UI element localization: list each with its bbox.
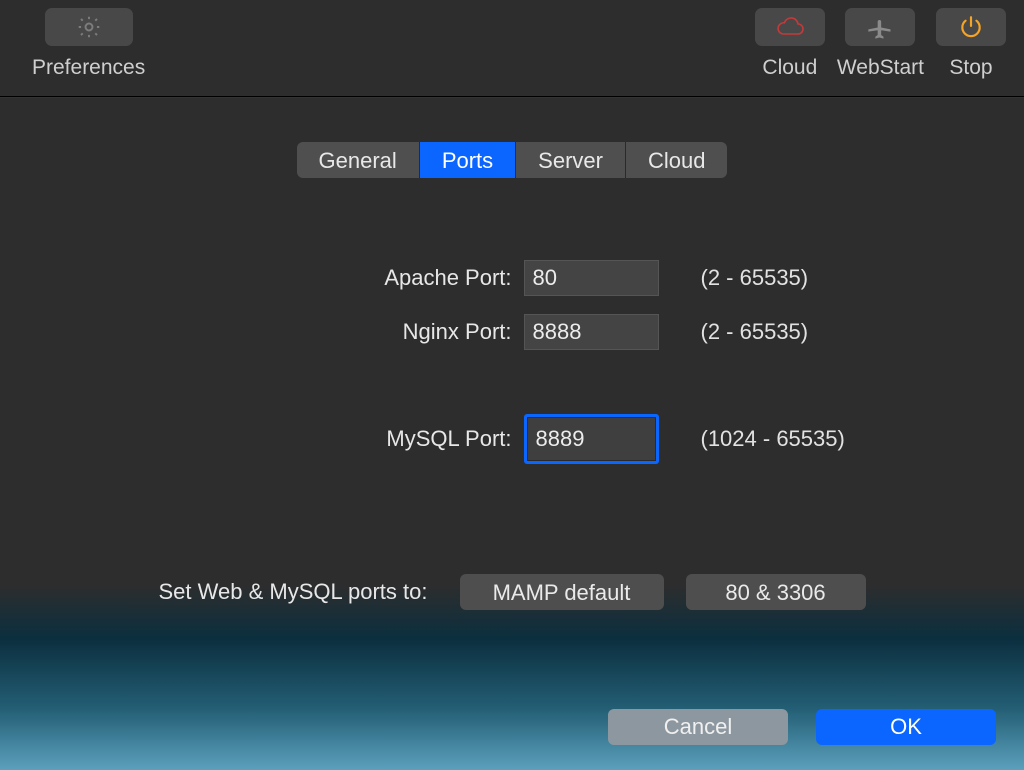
toolbar-item-webstart: WebStart — [837, 8, 924, 80]
apache-port-input[interactable] — [524, 260, 659, 296]
cloud-label: Cloud — [762, 56, 817, 80]
cancel-button[interactable]: Cancel — [608, 709, 788, 745]
toolbar-item-preferences: Preferences — [32, 8, 145, 80]
row-mysql: MySQL Port: (1024 - 65535) — [106, 414, 919, 464]
tab-cloud[interactable]: Cloud — [626, 142, 727, 178]
cloud-button[interactable] — [755, 8, 825, 46]
webstart-label: WebStart — [837, 56, 924, 80]
nginx-port-input[interactable] — [524, 314, 659, 350]
preset-row: Set Web & MySQL ports to: MAMP default 8… — [0, 574, 1024, 610]
preset-label: Set Web & MySQL ports to: — [159, 579, 428, 605]
toolbar-item-stop: Stop — [936, 8, 1006, 80]
row-nginx: Nginx Port: (2 - 65535) — [106, 314, 919, 350]
row-apache: Apache Port: (2 - 65535) — [106, 260, 919, 296]
preset-mamp-default-button[interactable]: MAMP default — [460, 574, 664, 610]
power-icon — [958, 14, 984, 40]
mysql-hint: (1024 - 65535) — [659, 426, 919, 452]
tab-general[interactable]: General — [297, 142, 420, 178]
toolbar: Preferences Cloud WebS — [0, 0, 1024, 97]
preferences-label: Preferences — [32, 56, 145, 80]
preset-80-3306-button[interactable]: 80 & 3306 — [686, 574, 866, 610]
gear-icon — [76, 14, 102, 40]
apache-label: Apache Port: — [106, 265, 524, 291]
tab-ports[interactable]: Ports — [420, 142, 516, 178]
cloud-icon — [773, 15, 807, 39]
segmented-control: General Ports Server Cloud — [297, 142, 728, 178]
ports-form: Apache Port: (2 - 65535) Nginx Port: (2 … — [0, 260, 1024, 482]
stop-button[interactable] — [936, 8, 1006, 46]
airplane-icon — [866, 13, 894, 41]
stop-label: Stop — [949, 56, 992, 80]
preferences-button[interactable] — [45, 8, 133, 46]
nginx-label: Nginx Port: — [106, 319, 524, 345]
mysql-label: MySQL Port: — [106, 426, 524, 452]
tabs: General Ports Server Cloud — [0, 142, 1024, 178]
apache-hint: (2 - 65535) — [659, 265, 919, 291]
dialog-footer: Cancel OK — [0, 709, 1024, 770]
tab-server[interactable]: Server — [516, 142, 626, 178]
nginx-hint: (2 - 65535) — [659, 319, 919, 345]
ok-button[interactable]: OK — [816, 709, 996, 745]
webstart-button[interactable] — [845, 8, 915, 46]
toolbar-item-cloud: Cloud — [755, 8, 825, 80]
mysql-port-input[interactable] — [527, 417, 656, 461]
